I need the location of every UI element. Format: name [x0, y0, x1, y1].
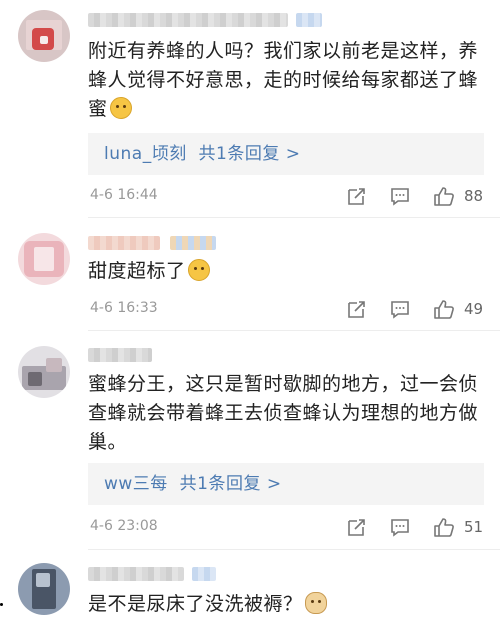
divider — [88, 217, 500, 218]
comment-text: 甜度超标了 — [88, 257, 488, 286]
like-count: 51 — [464, 518, 484, 536]
reply-username[interactable]: ww三每 — [104, 474, 168, 494]
share-icon[interactable] — [346, 516, 368, 538]
comment-icon[interactable] — [389, 298, 411, 320]
reply-count[interactable]: 共1条回复 > — [199, 144, 301, 164]
divider — [88, 549, 500, 550]
comment-meta: 4-6 16:33 49 — [88, 298, 488, 322]
comment-icon[interactable] — [389, 185, 411, 207]
reply-preview[interactable]: ww三每 共1条回复 > — [88, 463, 484, 505]
comment-text: 是不是尿床了没洗被褥？ — [88, 590, 488, 619]
reply-preview[interactable]: luna_顷刻 共1条回复 > — [88, 133, 484, 175]
avatar[interactable] — [18, 233, 70, 285]
thumbs-up-icon[interactable] — [433, 185, 455, 207]
username-blurred[interactable] — [88, 236, 160, 250]
username-blurred[interactable] — [88, 13, 288, 27]
comment-icon[interactable] — [389, 516, 411, 538]
avatar[interactable] — [18, 346, 70, 398]
badge-blurred — [296, 13, 322, 27]
divider — [88, 330, 500, 331]
avatar[interactable] — [18, 563, 70, 615]
reply-username[interactable]: luna_顷刻 — [104, 144, 187, 164]
laughing-tears-emoji — [109, 97, 132, 119]
edge-marker — [0, 603, 3, 606]
comment-text: 蜜蜂分王，这只是暂时歇脚的地方，过一会侦查蜂就会带着蜂王去侦查蜂认为理想的地方做… — [88, 373, 479, 453]
thumbs-up-icon[interactable] — [433, 516, 455, 538]
comment-time: 4-6 16:33 — [90, 300, 158, 316]
thinking-emoji — [187, 259, 210, 281]
doge-emoji — [304, 592, 327, 614]
comment-meta: 4-6 23:08 51 — [88, 516, 488, 540]
comment-time: 4-6 16:44 — [90, 187, 158, 203]
like-count: 49 — [464, 300, 484, 318]
share-icon[interactable] — [346, 298, 368, 320]
comment-text: 附近有养蜂的人吗？我们家以前老是这样，养蜂人觉得不好意思，走的时候给每家都送了蜂… — [88, 40, 479, 120]
username-blurred[interactable] — [88, 567, 184, 581]
reply-count[interactable]: 共1条回复 > — [180, 474, 282, 494]
comment-time: 4-6 23:08 — [90, 518, 158, 534]
avatar[interactable] — [18, 10, 70, 62]
thumbs-up-icon[interactable] — [433, 298, 455, 320]
comment-meta: 4-6 16:44 88 — [88, 185, 488, 209]
like-count: 88 — [464, 187, 484, 205]
badge-blurred — [192, 567, 216, 581]
share-icon[interactable] — [346, 185, 368, 207]
username-blurred[interactable] — [88, 348, 152, 362]
badge-blurred — [170, 236, 216, 250]
